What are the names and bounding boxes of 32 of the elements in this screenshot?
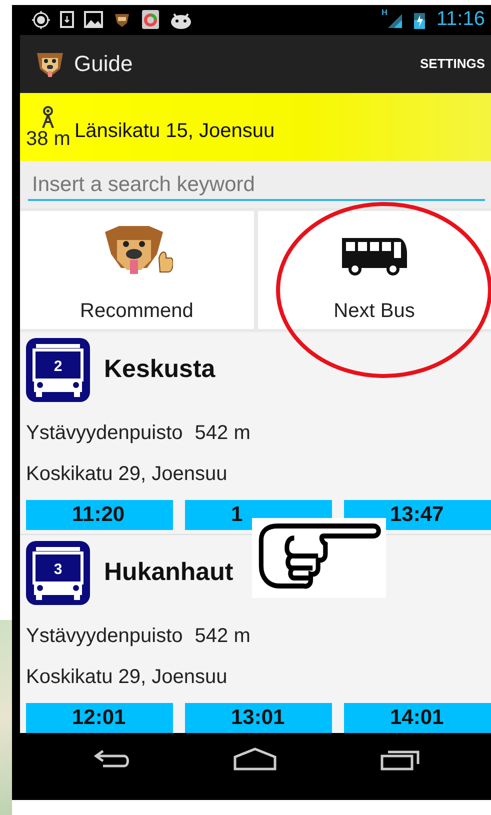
battery-icon <box>413 10 426 29</box>
network-type: H <box>382 8 388 17</box>
distance-text: 38 m <box>26 128 70 152</box>
home-icon[interactable] <box>233 747 278 772</box>
departure-time: 11:20 <box>26 500 173 530</box>
stop-name: Ystävyydenpuisto <box>26 422 183 445</box>
current-address: Länsikatu 15, Joensuu <box>74 120 275 144</box>
download-icon <box>60 11 74 28</box>
recommend-button[interactable]: Recommend <box>20 211 254 329</box>
dog-face-icon <box>113 11 131 28</box>
stop-distance: 542 m <box>194 624 250 648</box>
image-icon <box>84 11 103 28</box>
departure-time: 12:01 <box>26 702 173 733</box>
app-title: Guide <box>74 50 134 77</box>
next-bus-button[interactable]: Next Bus <box>258 211 491 329</box>
destination-title: Keskusta <box>104 355 216 384</box>
app-icon <box>141 10 160 30</box>
departure-time: 13:01 <box>185 702 332 733</box>
stop-distance: 542 m <box>194 422 250 445</box>
robot-icon <box>170 10 192 29</box>
settings-button[interactable]: SETTINGS <box>420 50 485 78</box>
search-field[interactable]: Insert a search keyword <box>20 161 491 208</box>
destination-title: Hukanhaut <box>104 558 234 588</box>
stop-address: Koskikatu 29, Joensuu <box>26 462 228 486</box>
clock-time: 11:16 <box>436 8 485 32</box>
stop-address: Koskikatu 29, Joensuu <box>26 666 228 689</box>
departure-time: 14:01 <box>344 702 491 733</box>
route-number: 2 <box>54 358 62 375</box>
stop-name: Ystävyydenpuisto <box>26 624 183 648</box>
antenna-tower-icon <box>40 106 56 128</box>
route-number: 3 <box>54 560 62 578</box>
location-target-icon <box>32 10 50 29</box>
